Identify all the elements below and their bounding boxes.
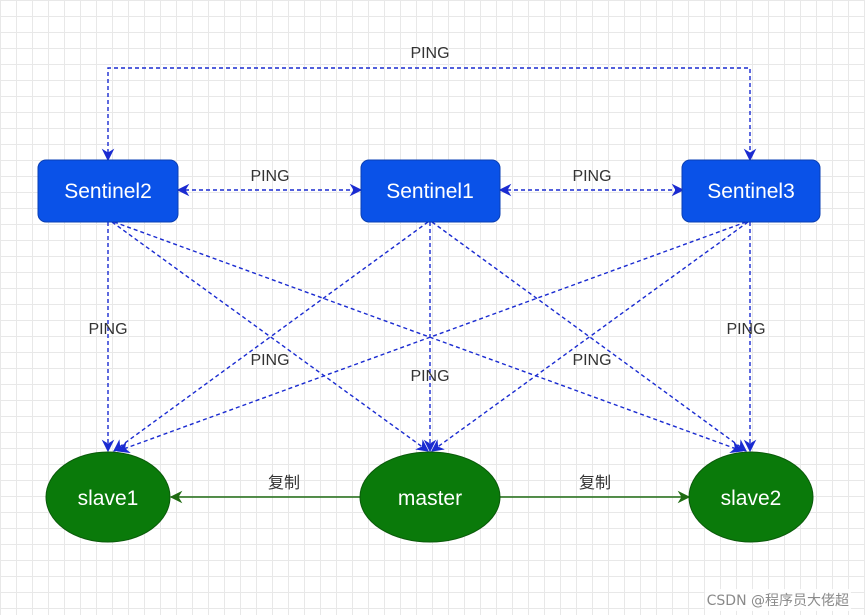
edge-label-ping-s1-s3: PING <box>572 168 611 185</box>
edge-label-ping-s3-slave2: PING <box>726 321 765 338</box>
edge-ping-top <box>101 67 757 162</box>
node-slave2: slave2 <box>688 451 814 543</box>
edge-ping-s2-slave2 <box>113 221 744 454</box>
node-slave1: slave1 <box>45 451 171 543</box>
edge-label-ping-cross-left: PING <box>250 352 289 369</box>
node-sentinel2: Sentinel2 <box>37 159 179 223</box>
node-sentinel3: Sentinel3 <box>681 159 821 223</box>
node-label-sentinel3: Sentinel3 <box>707 180 795 203</box>
edge-ping-s3-slave1 <box>116 221 747 454</box>
node-label-slave1: slave1 <box>78 487 139 510</box>
node-label-sentinel1: Sentinel1 <box>386 180 474 203</box>
node-label-slave2: slave2 <box>721 487 782 510</box>
edge-label-replicate-right: 复制 <box>579 474 611 492</box>
edge-label-ping-s2-s1: PING <box>250 168 289 185</box>
sentinel-topology-diagram: PING PING PING PING PING PING PING PING … <box>37 45 821 543</box>
watermark: CSDN @程序员大佬超 <box>704 589 851 611</box>
node-sentinel1: Sentinel1 <box>360 159 501 223</box>
node-label-master: master <box>398 487 462 510</box>
edge-label-ping-top: PING <box>410 45 449 62</box>
edge-label-ping-s2-slave1: PING <box>88 321 127 338</box>
node-master: master <box>359 451 501 543</box>
node-label-sentinel2: Sentinel2 <box>64 180 152 203</box>
edge-label-ping-s1-master: PING <box>410 368 449 385</box>
edge-label-replicate-left: 复制 <box>268 474 300 492</box>
edge-label-ping-cross-right: PING <box>572 352 611 369</box>
